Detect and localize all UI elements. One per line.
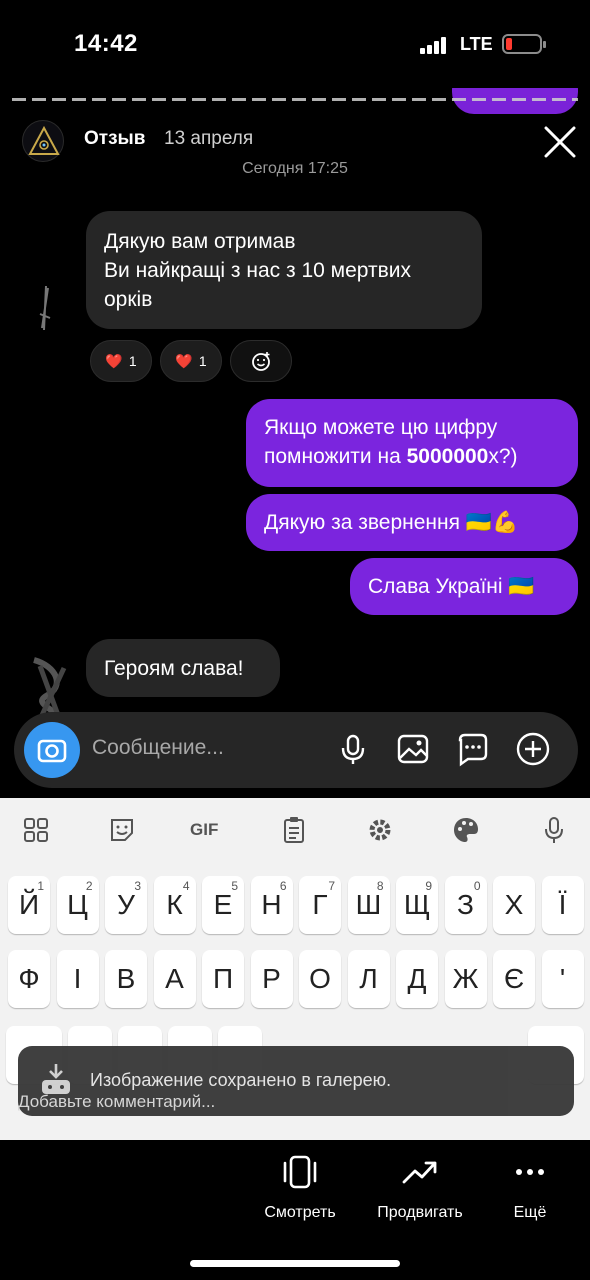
- message-text: Дякую вам отримав Ви найкращі з нас з 10…: [104, 230, 411, 311]
- voice-input-icon[interactable]: [538, 814, 570, 846]
- view-button[interactable]: Смотреть: [240, 1152, 360, 1222]
- key[interactable]: О: [299, 950, 341, 1008]
- story-avatar[interactable]: [22, 120, 64, 162]
- camera-button[interactable]: [24, 722, 80, 778]
- action-label: Ещё: [513, 1204, 547, 1221]
- toast-text: Изображение сохранено в галерею.: [90, 1070, 392, 1090]
- promote-icon: [402, 1161, 437, 1184]
- story-author[interactable]: Отзыв: [84, 128, 145, 150]
- key-hint: 7: [328, 879, 335, 893]
- key[interactable]: Х: [493, 876, 535, 934]
- key-hint: 4: [182, 879, 190, 893]
- cropped-message-bubble: [452, 88, 578, 114]
- key[interactable]: П: [202, 950, 244, 1008]
- message-input[interactable]: Сообщение...: [92, 736, 322, 760]
- story-viewer[interactable]: Отзыв 13 апреля Сегодня 17:25 Дякую вам …: [0, 88, 590, 1140]
- key[interactable]: Д: [396, 950, 438, 1008]
- outgoing-message: Якщо можете цю цифру помножити на 500000…: [246, 399, 578, 487]
- outgoing-message: Слава Україні 🇺🇦: [350, 558, 578, 615]
- key[interactable]: В: [105, 950, 147, 1008]
- gif-button[interactable]: GIF: [190, 814, 230, 846]
- key[interactable]: Ї: [541, 876, 584, 934]
- message-text: х?): [488, 445, 518, 468]
- add-reaction-button[interactable]: [230, 340, 292, 382]
- action-label: Продвигать: [377, 1204, 463, 1221]
- add-circle-icon[interactable]: [514, 730, 552, 768]
- camera-icon: [37, 739, 67, 763]
- message-bold-number: 5000000: [406, 445, 489, 468]
- key[interactable]: Е5: [202, 876, 244, 934]
- key[interactable]: Р: [250, 950, 293, 1008]
- close-icon[interactable]: [540, 122, 580, 162]
- key[interactable]: Ц2: [56, 876, 99, 934]
- key-hint: 0: [473, 879, 481, 893]
- key[interactable]: З0: [444, 876, 487, 934]
- sticker-chat-icon[interactable]: [454, 730, 492, 768]
- status-time: 14:42: [74, 30, 138, 57]
- reaction-count: 1: [128, 353, 137, 369]
- key[interactable]: Щ9: [396, 876, 438, 934]
- keyboard-toolbar: GIF: [0, 798, 590, 862]
- incoming-message: Дякую вам отримав Ви найкращі з нас з 10…: [86, 211, 482, 329]
- sticker-icon[interactable]: [106, 814, 138, 846]
- key-hint: 5: [231, 879, 238, 893]
- key[interactable]: Ж: [444, 950, 487, 1008]
- chat-timestamp: Сегодня 17:25: [242, 160, 348, 177]
- key-hint: 3: [134, 879, 141, 893]
- redacted-avatar: [36, 284, 56, 332]
- view-icon: [283, 1155, 317, 1189]
- palette-icon[interactable]: [450, 814, 482, 846]
- status-bar: 14:42 LTE: [0, 0, 590, 88]
- reaction-chip[interactable]: ❤️ 1: [90, 340, 152, 382]
- settings-icon[interactable]: [364, 814, 396, 846]
- key[interactable]: Г7: [299, 876, 341, 934]
- action-label: Смотреть: [264, 1204, 336, 1221]
- key-hint: 9: [425, 879, 432, 893]
- comment-hint[interactable]: Добавьте комментарий...: [18, 1092, 215, 1112]
- story-actions: Смотреть Продвигать Ещё: [0, 1140, 590, 1280]
- message-text: Героям слава!: [104, 657, 244, 680]
- key[interactable]: Н6: [250, 876, 293, 934]
- message-text: Дякую за звернення 🇺🇦💪: [264, 511, 519, 534]
- key[interactable]: Й1: [8, 876, 50, 934]
- key[interactable]: Ш8: [347, 876, 390, 934]
- reaction-count: 1: [198, 353, 207, 369]
- story-progress-bar: [12, 98, 578, 101]
- incoming-message: Героям слава!: [86, 639, 280, 697]
- network-label: LTE: [460, 34, 493, 54]
- outgoing-message: Дякую за звернення 🇺🇦💪: [246, 494, 578, 551]
- reaction-chip[interactable]: ❤️ 1: [160, 340, 222, 382]
- message-composer: Сообщение...: [14, 712, 578, 788]
- key-hint: 2: [85, 879, 93, 893]
- key[interactable]: К4: [153, 876, 196, 934]
- heart-icon: ❤️: [175, 352, 193, 369]
- message-text: Слава Україні 🇺🇦: [368, 575, 535, 598]
- key[interactable]: І: [56, 950, 99, 1008]
- battery-icon: [502, 34, 546, 54]
- add-reaction-icon: [252, 352, 270, 371]
- key[interactable]: ': [541, 950, 584, 1008]
- clipboard-icon[interactable]: [278, 814, 310, 846]
- home-indicator: [190, 1260, 400, 1267]
- story-date: 13 апреля: [164, 128, 254, 149]
- key[interactable]: Ф: [8, 950, 50, 1008]
- gallery-icon[interactable]: [394, 730, 432, 768]
- key-hint: 6: [279, 879, 287, 893]
- more-button[interactable]: Ещё: [470, 1152, 590, 1222]
- key-hint: 1: [37, 879, 44, 893]
- promote-button[interactable]: Продвигать: [360, 1152, 480, 1222]
- key-hint: 8: [376, 879, 384, 893]
- apps-icon[interactable]: [20, 814, 52, 846]
- signal-icon: [420, 36, 448, 54]
- key[interactable]: А: [153, 950, 196, 1008]
- more-icon: [516, 1169, 544, 1175]
- key[interactable]: У3: [105, 876, 147, 934]
- mic-icon[interactable]: [334, 730, 372, 768]
- key[interactable]: Л: [347, 950, 390, 1008]
- key[interactable]: Є: [493, 950, 535, 1008]
- heart-icon: ❤️: [105, 352, 123, 369]
